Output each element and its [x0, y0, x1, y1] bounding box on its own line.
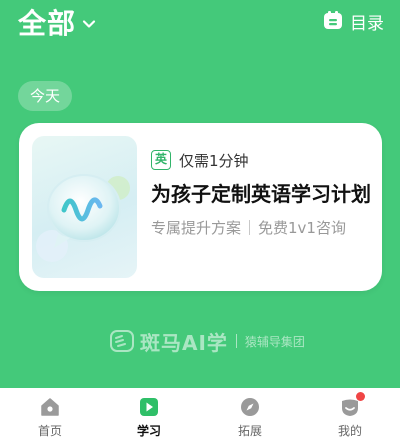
- tab-home[interactable]: 首页: [20, 396, 80, 444]
- catalog-label: 目录: [350, 13, 384, 34]
- card-subtitle: 专属提升方案 免费1v1咨询: [151, 217, 371, 238]
- english-badge: 英: [151, 150, 171, 170]
- notification-dot: [356, 392, 365, 401]
- brand-divider: [235, 334, 237, 348]
- brand-name: 斑马AI学: [140, 330, 228, 355]
- play-icon: [138, 396, 160, 418]
- category-selector[interactable]: 全部: [18, 6, 96, 40]
- brand-group: 猿辅导集团: [244, 334, 305, 349]
- catalog-book-icon: [322, 10, 344, 32]
- tab-profile-label: 我的: [337, 424, 362, 438]
- tab-explore[interactable]: 拓展: [220, 396, 280, 444]
- tab-profile[interactable]: 我的: [320, 392, 380, 444]
- profile-icon: [339, 392, 365, 418]
- zebra-logo-icon: [110, 329, 134, 353]
- card-title: 为孩子定制英语学习计划: [151, 182, 371, 206]
- card-duration: 仅需1分钟: [179, 151, 249, 170]
- today-section-label: 今天: [18, 81, 73, 111]
- card-tag-row: 英 仅需1分钟: [151, 149, 371, 171]
- bottom-tab-bar: 首页 学习 拓展 我的: [0, 388, 400, 448]
- catalog-button[interactable]: 目录: [322, 8, 384, 34]
- tab-explore-label: 拓展: [237, 424, 262, 438]
- tab-home-label: 首页: [37, 424, 62, 438]
- tab-study[interactable]: 学习: [119, 396, 179, 444]
- page-title: 全部: [18, 7, 77, 40]
- card-content: 英 仅需1分钟 为孩子定制英语学习计划 专属提升方案 免费1v1咨询: [151, 149, 371, 238]
- card-sub-left: 专属提升方案: [151, 219, 242, 237]
- tab-study-label: 学习: [136, 424, 161, 438]
- card-sub-right: 免费1v1咨询: [258, 219, 346, 237]
- english-plan-card[interactable]: 英 仅需1分钟 为孩子定制英语学习计划 专属提升方案 免费1v1咨询: [19, 123, 382, 291]
- chevron-down-icon: [82, 17, 96, 31]
- top-header: 全部 目录: [0, 0, 400, 48]
- subtitle-divider: [249, 220, 251, 235]
- card-thumbnail: [32, 136, 137, 278]
- brand-watermark: 斑马AI学 猿辅导集团: [110, 326, 305, 356]
- home-icon: [39, 396, 61, 418]
- compass-icon: [239, 396, 261, 418]
